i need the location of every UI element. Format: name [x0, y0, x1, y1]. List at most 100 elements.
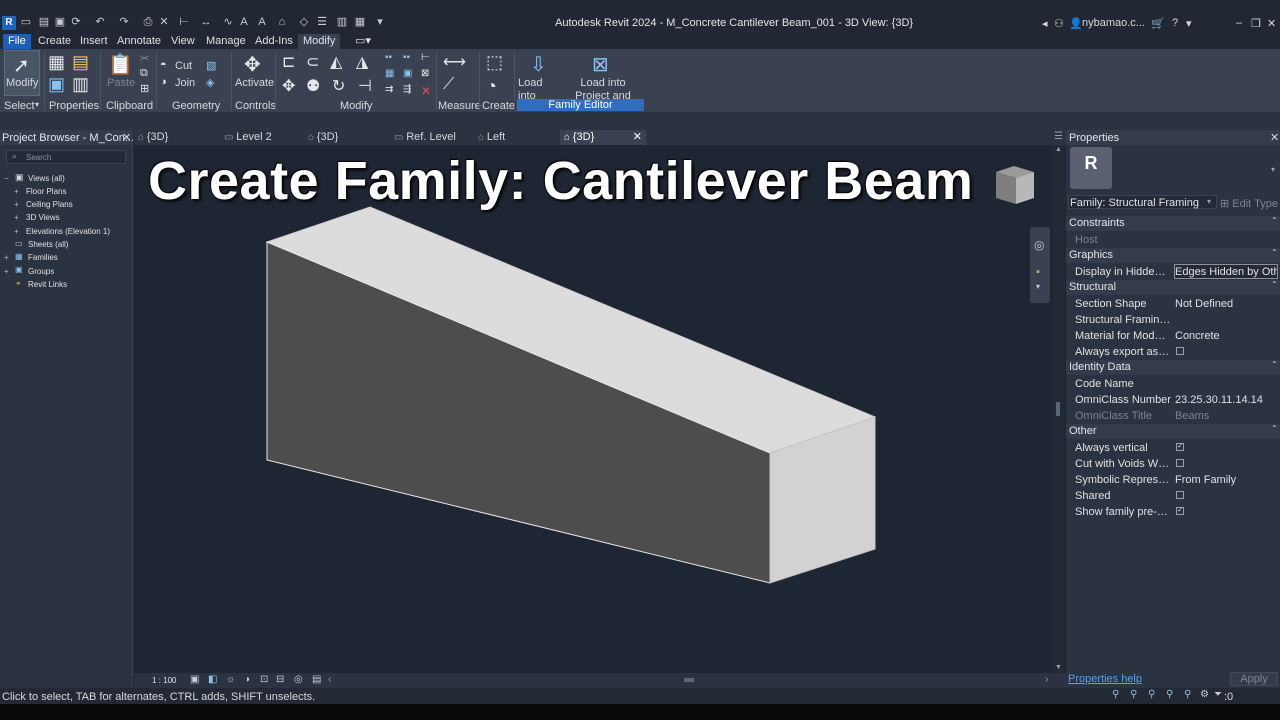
close-file-icon[interactable]: ✕: [158, 16, 170, 28]
create-group-icon[interactable]: ◔: [486, 76, 497, 97]
browser-item-groups[interactable]: Groups: [28, 267, 54, 276]
customize-qat-icon[interactable]: ▾: [374, 16, 386, 28]
collapse-section-icon[interactable]: ⌃: [1271, 424, 1278, 433]
load-into-project-icon[interactable]: ⇩: [530, 52, 547, 77]
thin-lines-icon[interactable]: ☰: [316, 16, 328, 28]
browser-item-views[interactable]: Views (all): [28, 174, 65, 183]
select-links-icon[interactable]: ⚲: [1112, 689, 1119, 700]
array-icon[interactable]: ▦: [385, 68, 394, 79]
shadows-icon[interactable]: ◑: [244, 674, 250, 685]
prop-material-value[interactable]: Concrete: [1175, 330, 1279, 342]
scale-icon[interactable]: ⇉: [385, 84, 393, 95]
minimize-button[interactable]: –: [1236, 17, 1242, 29]
export-geometry-checkbox[interactable]: [1176, 347, 1184, 355]
user-icon[interactable]: 👤: [1069, 17, 1083, 30]
folder-icon[interactable]: ▤: [38, 16, 50, 28]
view-tab-left[interactable]: ⌂ Left: [474, 130, 560, 145]
steering-wheel-icon[interactable]: ◎: [1034, 238, 1044, 252]
select-chevron-down-icon[interactable]: ▾: [35, 100, 39, 109]
select-by-face-icon[interactable]: ⚲: [1166, 689, 1173, 700]
paste-icon[interactable]: 📋: [108, 52, 133, 77]
tree-toggle-families[interactable]: +: [4, 253, 9, 262]
browser-search-input[interactable]: [6, 150, 126, 164]
type-properties-icon[interactable]: ▥: [72, 74, 89, 95]
activate-button[interactable]: Activate: [235, 77, 274, 89]
close-icon[interactable]: ✕: [122, 131, 131, 144]
view-tab-level-2[interactable]: ▭ Level 2: [220, 130, 304, 145]
prop-omniclass-number-value[interactable]: 23.25.30.11.14.14: [1175, 394, 1279, 406]
close-icon[interactable]: ✕: [1270, 131, 1279, 144]
trim-corner-icon[interactable]: ⊢: [421, 52, 430, 63]
unpin-icon[interactable]: ▣: [403, 68, 412, 79]
user-name[interactable]: nybamao.c...: [1082, 17, 1145, 29]
horizontal-scrollbar-thumb[interactable]: [684, 678, 694, 682]
close-hidden-icon[interactable]: ▥: [336, 16, 348, 28]
ribbon-options-icon[interactable]: ▭▾: [350, 34, 376, 49]
scroll-left-icon[interactable]: ‹: [328, 674, 331, 685]
revit-logo-icon[interactable]: R: [2, 16, 16, 30]
save-icon[interactable]: ▣: [54, 16, 66, 28]
tab-file[interactable]: File: [3, 34, 31, 49]
lock-icon[interactable]: ⊠: [421, 68, 429, 79]
split-gap-icon[interactable]: ⇶: [403, 84, 411, 95]
properties-palette-icon[interactable]: ▣: [48, 74, 65, 95]
show-precut-checkbox[interactable]: ✓: [1176, 507, 1184, 515]
view-tab-ref-level[interactable]: ▭ Ref. Level: [390, 130, 474, 145]
apply-button[interactable]: Apply: [1230, 672, 1278, 686]
viewcube-icon[interactable]: [986, 162, 1036, 208]
tree-toggle-views[interactable]: −: [4, 174, 9, 183]
browser-item-elevations[interactable]: Elevations (Elevation 1): [26, 227, 110, 236]
sync-icon[interactable]: ⟳: [70, 16, 82, 28]
scroll-down-icon[interactable]: ▼: [1055, 664, 1062, 671]
show-crop-icon[interactable]: ⊟: [276, 674, 284, 685]
browser-item-revit-links[interactable]: Revit Links: [28, 280, 67, 289]
view-scale[interactable]: 1 : 100: [152, 676, 176, 685]
delete-icon[interactable]: ✕: [421, 84, 431, 98]
split-face-icon[interactable]: ◈: [206, 76, 214, 89]
view-tab-3d-active[interactable]: ⌂ {3D} ✕: [560, 130, 646, 145]
prop-symbolic-value[interactable]: From Family: [1175, 474, 1279, 486]
rotate-icon[interactable]: ↻: [332, 76, 345, 96]
crop-view-icon[interactable]: ⊡: [260, 674, 268, 685]
select-pinned-icon[interactable]: ⚲: [1148, 689, 1155, 700]
measure-qat-icon[interactable]: ⊢: [178, 16, 190, 28]
detail-level-icon[interactable]: ▣: [190, 674, 199, 685]
load-into-project-button[interactable]: Load into Project: [518, 77, 562, 99]
visual-style-icon[interactable]: ◧: [208, 674, 217, 685]
background-processes-icon[interactable]: ⚙: [1200, 689, 1209, 700]
sun-path-icon[interactable]: ☼: [226, 674, 235, 685]
family-types-icon[interactable]: ▤: [72, 52, 89, 73]
match-properties-icon[interactable]: ⊞: [140, 82, 149, 95]
cut-geometry-button[interactable]: Cut: [175, 60, 192, 72]
tree-toggle-groups[interactable]: +: [4, 267, 9, 276]
close-window-button[interactable]: ✕: [1267, 17, 1276, 30]
collapse-arrow-icon[interactable]: ◂: [1042, 17, 1048, 30]
open-icon[interactable]: ▭: [20, 16, 32, 28]
temporary-hide-icon[interactable]: ◎: [294, 674, 303, 685]
tab-annotate[interactable]: Annotate: [112, 34, 166, 49]
browser-item-floor-plans[interactable]: Floor Plans: [26, 187, 66, 196]
reveal-hidden-icon[interactable]: ▤: [312, 674, 321, 685]
mirror-pick-icon[interactable]: ◭: [330, 52, 342, 72]
browser-item-families[interactable]: Families: [28, 253, 58, 262]
type-selector-chevron-down-icon[interactable]: ▾: [1271, 165, 1275, 174]
help-icon[interactable]: ?: [1172, 17, 1178, 29]
tab-view[interactable]: View: [166, 34, 200, 49]
browser-item-ceiling-plans[interactable]: Ceiling Plans: [26, 200, 73, 209]
pin-icon[interactable]: ▪▪: [403, 52, 410, 63]
cart-icon[interactable]: 🛒: [1151, 17, 1165, 30]
tab-insert[interactable]: Insert: [75, 34, 113, 49]
tab-create[interactable]: Create: [33, 34, 76, 49]
nav-options-icon[interactable]: ▾: [1036, 282, 1040, 291]
align-icon[interactable]: ⊏: [282, 52, 295, 72]
default-3d-icon[interactable]: ⌂: [276, 16, 288, 28]
trim-extend-icon[interactable]: ⊣: [358, 76, 372, 96]
zoom-icon[interactable]: ▪: [1036, 266, 1040, 278]
restore-button[interactable]: ❐: [1251, 17, 1261, 30]
edit-type-button[interactable]: ⊞ Edit Type: [1220, 197, 1278, 210]
join-geometry-icon[interactable]: ◑: [160, 76, 167, 88]
move-icon[interactable]: ✥: [282, 76, 295, 96]
cut-clipboard-icon[interactable]: ✂: [140, 52, 149, 65]
copy-icon[interactable]: ⧉: [140, 67, 148, 80]
tab-modify[interactable]: Modify: [298, 34, 341, 49]
